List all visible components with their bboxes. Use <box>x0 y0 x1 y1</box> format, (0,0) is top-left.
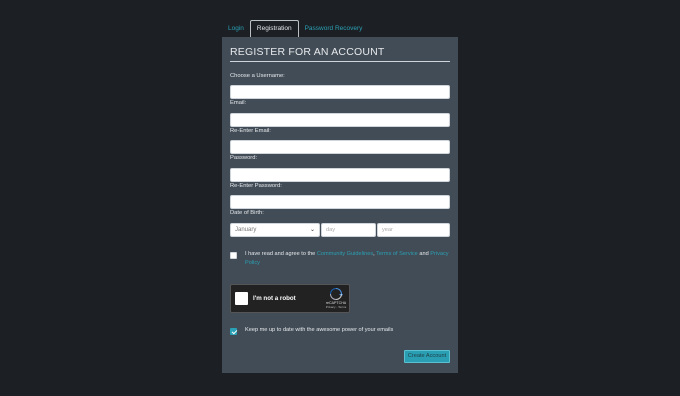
recaptcha-widget: I'm not a robot reCAPTCHA Privacy - Term… <box>230 284 350 313</box>
recaptcha-brand: reCAPTCHA Privacy - Terms <box>323 301 349 309</box>
tab-registration[interactable]: Registration <box>249 20 299 37</box>
terms-of-service-link[interactable]: Terms of Service <box>376 251 418 257</box>
email-label: Email: <box>230 100 247 106</box>
title-divider <box>230 61 450 62</box>
month-select[interactable]: January ⌄ <box>230 223 320 237</box>
agree-text: I have read and agree to the Community G… <box>245 250 450 268</box>
reenter-email-label: Re-Enter Email: <box>230 128 271 134</box>
create-account-button[interactable]: Create Account <box>404 350 450 363</box>
email-input[interactable] <box>230 113 450 127</box>
tab-bar: Login Registration Password Recovery <box>222 20 368 37</box>
agree-prefix: I have read and agree to the <box>245 251 317 257</box>
year-input[interactable]: year <box>377 223 450 237</box>
recaptcha-label: I'm not a robot <box>253 295 296 302</box>
keep-updated-label: Keep me up to date with the awesome powe… <box>245 327 394 333</box>
dob-label: Date of Birth: <box>230 210 264 216</box>
recaptcha-privacy-terms[interactable]: Privacy - Terms <box>323 305 349 309</box>
tab-login[interactable]: Login <box>222 20 250 37</box>
reenter-password-label: Re-Enter Password: <box>230 183 282 189</box>
agree-checkbox[interactable] <box>230 252 237 259</box>
community-guidelines-link[interactable]: Community Guidelines <box>317 251 373 257</box>
reenter-email-input[interactable] <box>230 140 450 154</box>
password-label: Password: <box>230 155 258 161</box>
recaptcha-checkbox[interactable] <box>235 292 248 305</box>
agree-and: and <box>417 251 431 257</box>
reenter-password-input[interactable] <box>230 195 450 209</box>
day-input[interactable]: day <box>321 223 376 237</box>
dob-row: January ⌄ day year <box>230 223 450 237</box>
registration-panel: REGISTER FOR AN ACCOUNT Choose a Usernam… <box>222 37 458 373</box>
keep-updated-checkbox[interactable] <box>230 328 237 335</box>
username-label: Choose a Username: <box>230 73 285 79</box>
recaptcha-logo-icon <box>330 288 343 300</box>
username-input[interactable] <box>230 85 450 99</box>
month-value: January <box>235 227 257 233</box>
chevron-down-icon: ⌄ <box>309 227 315 233</box>
password-input[interactable] <box>230 168 450 182</box>
tab-password-recovery[interactable]: Password Recovery <box>299 20 369 37</box>
form-title: REGISTER FOR AN ACCOUNT <box>230 46 385 58</box>
